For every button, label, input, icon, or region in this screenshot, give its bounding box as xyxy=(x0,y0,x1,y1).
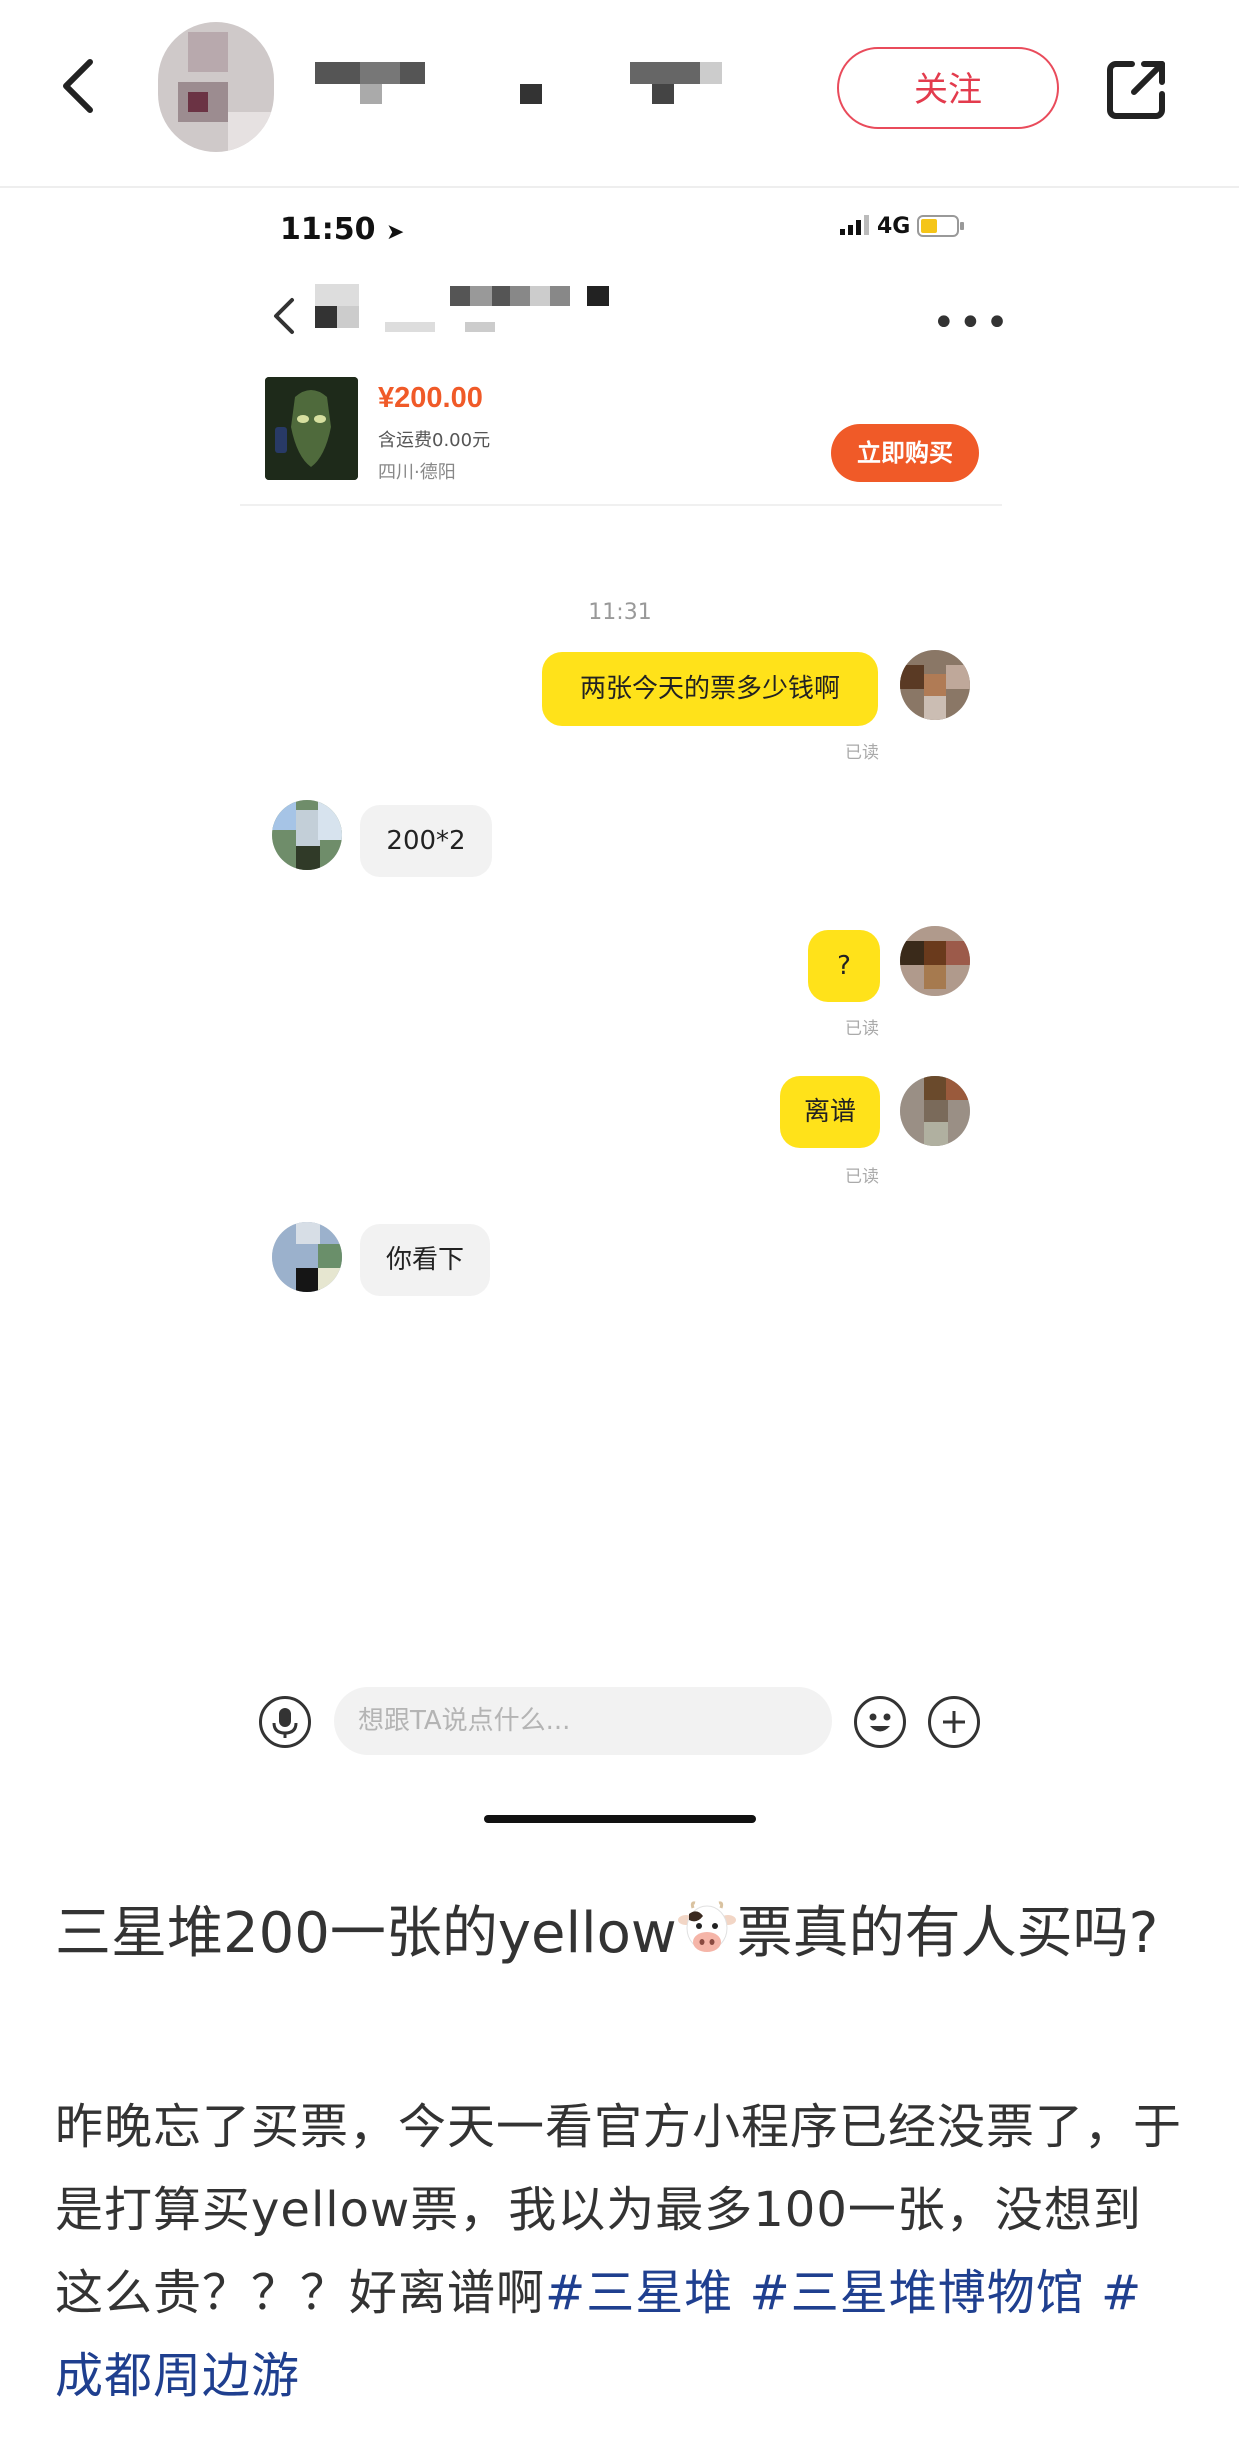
buy-now-button[interactable]: 立即购买 xyxy=(831,424,979,482)
product-location: 四川·德阳 xyxy=(378,462,456,483)
product-thumbnail[interactable] xyxy=(265,377,358,480)
plus-icon[interactable] xyxy=(928,1696,980,1748)
read-receipt: 已读 xyxy=(845,743,879,763)
microphone-icon[interactable] xyxy=(259,1696,311,1748)
status-time: 11:50 ➤ xyxy=(280,212,405,247)
read-receipt: 已读 xyxy=(845,1167,879,1187)
cow-emoji-icon xyxy=(677,1901,736,1952)
network-label: 4G xyxy=(877,214,911,239)
home-indicator xyxy=(484,1815,756,1823)
author-name-blurred[interactable] xyxy=(315,58,725,108)
chat-back-icon[interactable] xyxy=(270,296,300,336)
chat-timestamp: 11:31 xyxy=(588,600,652,625)
my-avatar[interactable] xyxy=(900,926,970,996)
message-bubble-sent[interactable]: ? xyxy=(808,930,880,1002)
author-avatar[interactable] xyxy=(158,22,274,152)
message-bubble-received[interactable]: 你看下 xyxy=(360,1224,490,1296)
hashtag-link[interactable]: #三星堆 xyxy=(545,2265,733,2321)
my-avatar[interactable] xyxy=(900,650,970,720)
message-bubble-sent[interactable]: 离谱 xyxy=(780,1076,880,1148)
my-avatar[interactable] xyxy=(900,1076,970,1146)
message-bubble-sent[interactable]: 两张今天的票多少钱啊 xyxy=(542,652,878,726)
product-shipping: 含运费0.00元 xyxy=(378,430,491,451)
product-price: ¥200.00 xyxy=(378,382,483,414)
contact-avatar[interactable] xyxy=(272,800,342,870)
more-icon[interactable]: ••• xyxy=(932,300,1012,346)
post-body: 昨晚忘了买票，今天一看官方小程序已经没票了，于是打算买yellow票，我以为最多… xyxy=(55,2086,1185,2418)
chat-contact-name-blurred xyxy=(315,284,615,344)
status-indicators: 4G xyxy=(840,214,965,239)
message-bubble-received[interactable]: 200*2 xyxy=(360,805,492,877)
contact-avatar[interactable] xyxy=(272,1222,342,1292)
message-input[interactable]: 想跟TA说点什么... xyxy=(334,1687,832,1755)
post-title-text-end: 票真的有人买吗? xyxy=(736,1901,1159,1966)
follow-button[interactable]: 关注 xyxy=(837,47,1059,129)
battery-icon xyxy=(917,215,965,237)
back-arrow-icon[interactable] xyxy=(52,56,112,116)
divider xyxy=(240,504,1002,506)
signal-icon xyxy=(840,215,869,235)
read-receipt: 已读 xyxy=(845,1019,879,1039)
post-title-text: 三星堆200一张的yellow xyxy=(55,1901,677,1966)
post-title: 三星堆200一张的yellow 票真的有人买吗? xyxy=(55,1895,1185,1973)
share-icon[interactable] xyxy=(1104,58,1168,122)
emoji-icon[interactable] xyxy=(854,1696,906,1748)
hashtag-link[interactable]: #三星堆博物馆 xyxy=(750,2265,1085,2321)
